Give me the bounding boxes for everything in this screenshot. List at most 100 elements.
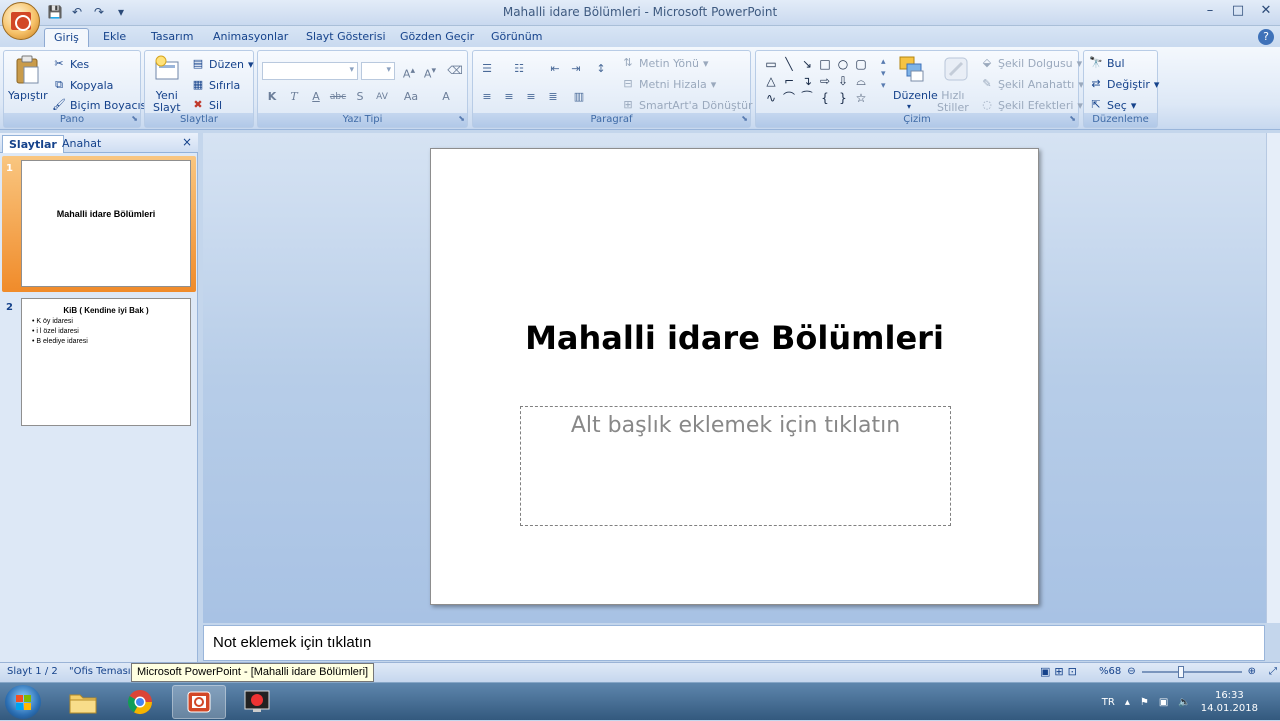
help-icon[interactable]: ? [1258,29,1274,45]
text-direction-button[interactable]: ⇅ Metin Yönü ▾ [621,56,708,70]
format-painter-button[interactable]: 🖌 Biçim Boyacısı [52,98,149,112]
slideshow-view-icon[interactable]: ⊡ [1068,665,1077,678]
zoom-in-icon[interactable]: ⊕ [1248,666,1256,677]
arrow-shape-icon[interactable]: ↘ [798,56,816,73]
wave-shape-icon[interactable]: ⁀ [798,90,816,107]
quick-styles-button[interactable]: Hızlı Stiller [937,90,969,114]
paste-button[interactable]: Yapıştır [8,89,48,102]
gallery-more-icon[interactable]: ▾ [881,81,886,91]
zoom-slider-thumb[interactable] [1177,665,1184,678]
bold-icon[interactable]: K [262,88,282,106]
layout-button[interactable]: ▤ Düzen ▾ [191,57,254,71]
change-case-icon[interactable]: Aa [401,88,421,106]
close-button[interactable]: ✕ [1252,0,1280,20]
dialog-launcher-icon[interactable]: ⬊ [741,112,748,126]
maximize-button[interactable]: □ [1224,0,1252,20]
elbow-connector-icon[interactable]: ⌐ [780,73,798,90]
arrange-dropdown-icon[interactable]: ▾ [907,102,911,111]
normal-view-icon[interactable]: ▣ [1040,665,1050,678]
shrink-font-icon[interactable]: A▾ [420,62,440,81]
shapes-gallery[interactable]: ▭ ╲ ↘ □ ○ ▢ △ ⌐ ↴ ⇨ ⇩ ⌓ ∿ ⌒ ⁀{} ☆ [762,56,880,106]
tab-animasyonlar[interactable]: Animasyonlar [204,28,297,48]
font-name-combo[interactable] [262,62,358,80]
tab-slayt-gosterisi[interactable]: Slayt Gösterisi [297,28,395,48]
office-button[interactable] [2,2,40,40]
reset-button[interactable]: ▦ Sıfırla [191,78,241,92]
star-shape-icon[interactable]: ☆ [852,90,870,107]
notes-pane[interactable]: Not eklemek için tıklatın [203,625,1265,661]
taskbar-explorer[interactable] [56,685,110,719]
close-icon[interactable]: × [182,135,192,149]
slide-canvas[interactable]: Mahalli idare Bölümleri Alt başlık eklem… [430,148,1039,605]
align-center-icon[interactable]: ≡ [499,88,519,106]
tab-gozden-gecir[interactable]: Gözden Geçir [391,28,483,48]
delete-slide-button[interactable]: ✖ Sil [191,98,222,112]
dialog-launcher-icon[interactable]: ⬊ [1069,112,1076,126]
network-icon[interactable]: ▣ [1159,697,1168,708]
textbox-shape-icon[interactable]: ▭ [762,56,780,73]
tray-expand-icon[interactable]: ▴ [1125,697,1130,708]
zoom-out-icon[interactable]: ⊖ [1127,666,1135,677]
volume-icon[interactable]: 🔈 [1178,697,1190,708]
clear-format-icon[interactable]: ⌫ [445,62,465,80]
scroll-down-icon[interactable]: ▾ [881,69,886,79]
slide-thumbnail-1[interactable]: Mahalli idare Bölümleri [21,160,191,287]
font-color-icon[interactable]: A [436,88,456,106]
shape-effects-button[interactable]: ◌ Şekil Efektleri ▾ [980,98,1083,112]
curve-shape-icon[interactable]: ∿ [762,90,780,107]
right-arrow-shape-icon[interactable]: ⇨ [816,73,834,90]
tab-ekle[interactable]: Ekle [94,28,135,48]
slide-title[interactable]: Mahalli idare Bölümleri [431,319,1038,357]
elbow-arrow-icon[interactable]: ↴ [798,73,816,90]
slide-thumbnail-2[interactable]: KiB ( Kendine iyi Bak ) K öy idaresi i l… [21,298,191,426]
find-button[interactable]: 🔭 Bul [1089,56,1124,70]
shadow-icon[interactable]: S [350,88,370,106]
oval-shape-icon[interactable]: ○ [834,56,852,73]
rounded-rect-shape-icon[interactable]: ▢ [852,56,870,73]
taskbar-powerpoint[interactable] [172,685,226,719]
grow-font-icon[interactable]: A▴ [399,62,419,81]
copy-button[interactable]: ⧉ Kopyala [52,78,113,92]
tab-anahat-panel[interactable]: Anahat [56,135,107,153]
char-spacing-icon[interactable]: AV [372,88,392,106]
shape-outline-button[interactable]: ✎ Şekil Anahattı ▾ [980,77,1084,91]
tab-tasarim[interactable]: Tasarım [142,28,202,48]
decrease-indent-icon[interactable]: ⇤ [545,60,565,78]
justify-icon[interactable]: ≣ [543,88,563,106]
dialog-launcher-icon[interactable]: ⬊ [458,112,465,126]
new-slide-button[interactable]: Yeni Slayt [153,90,181,114]
dialog-launcher-icon[interactable]: ⬊ [131,112,138,126]
fit-to-window-icon[interactable]: ⤢ [1269,666,1277,677]
replace-button[interactable]: ⇄ Değiştir ▾ [1089,77,1159,91]
strikethrough-icon[interactable]: abc [328,88,348,106]
bullets-icon[interactable]: ☰ [477,60,497,78]
taskbar-chrome[interactable] [113,685,167,719]
font-size-combo[interactable] [361,62,395,80]
line-spacing-icon[interactable]: ↕ [591,60,611,78]
taskbar-recorder[interactable] [230,685,284,719]
right-brace-icon[interactable]: } [834,90,852,107]
select-button[interactable]: ⇱ Seç ▾ [1089,98,1136,112]
increase-indent-icon[interactable]: ⇥ [566,60,586,78]
freeform-shape-icon[interactable]: ⌓ [852,73,870,90]
tab-giris[interactable]: Giriş [44,28,89,48]
italic-icon[interactable]: T [284,88,304,106]
down-arrow-shape-icon[interactable]: ⇩ [834,73,852,90]
tab-slaytlar-panel[interactable]: Slaytlar [2,135,64,153]
align-right-icon[interactable]: ≡ [521,88,541,106]
start-button[interactable] [5,685,41,719]
smartart-button[interactable]: ⊞SmartArt'a Dönüştür▾ [621,98,762,112]
shapes-gallery-scroll[interactable]: ▴ ▾ ▾ [881,57,886,91]
align-left-icon[interactable]: ≡ [477,88,497,106]
slide-sorter-icon[interactable]: ⊞ [1054,665,1063,678]
cut-button[interactable]: ✂ Kes [52,57,89,71]
language-indicator[interactable]: TR [1102,697,1115,708]
underline-icon[interactable]: A [306,88,326,106]
tab-gorunum[interactable]: Görünüm [482,28,551,48]
clock[interactable]: 16:33 14.01.2018 [1201,689,1258,715]
action-center-flag-icon[interactable]: ⚑ [1140,697,1149,708]
columns-icon[interactable]: ▥ [569,88,589,106]
arrange-button[interactable]: Düzenle [893,89,938,102]
numbering-icon[interactable]: ☷ [509,60,529,78]
subtitle-placeholder[interactable]: Alt başlık eklemek için tıklatın [520,406,951,526]
